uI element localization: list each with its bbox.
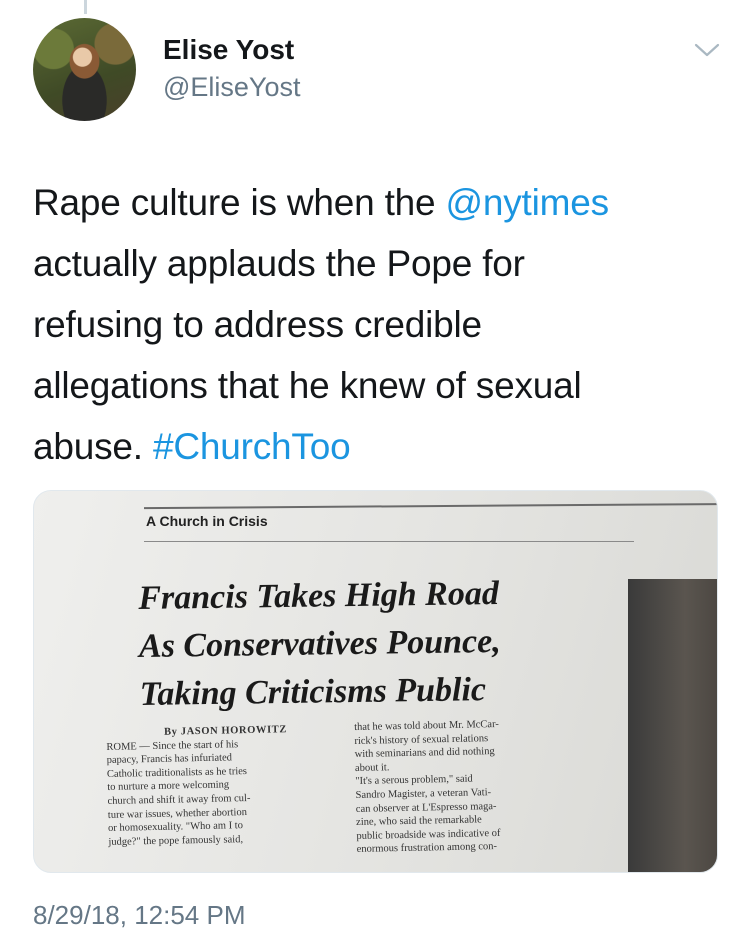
newspaper-kicker: A Church in Crisis <box>146 513 268 529</box>
tweet-text-segment: Rape culture is when the <box>33 182 446 223</box>
article-column-1: By JASON HOROWITZ ROME — Since the start… <box>106 723 289 849</box>
author-handle[interactable]: @EliseYost <box>163 72 300 103</box>
tweet-text-line: actually applauds the Pope for <box>33 243 525 284</box>
tweet-media-image[interactable]: A Church in Crisis Francis Takes High Ro… <box>33 490 718 873</box>
headline-line: As Conservatives Pounce, <box>138 622 501 665</box>
newspaper-photo <box>628 579 717 872</box>
article-line: enormous frustration among con- <box>356 841 498 856</box>
chevron-down-icon[interactable] <box>693 40 721 60</box>
tweet-timestamp[interactable]: 8/29/18, 12:54 PM <box>33 900 245 931</box>
avatar[interactable] <box>33 18 136 121</box>
headline-line: Taking Criticisms Public <box>139 671 487 713</box>
article-line: judge?" the pope famously said, <box>108 833 244 848</box>
newspaper-rule <box>144 541 634 542</box>
author-display-name[interactable]: Elise Yost <box>163 34 294 66</box>
tweet-text-segment: abuse. <box>33 426 153 467</box>
tweet-text: Rape culture is when the @nytimes actual… <box>33 172 723 477</box>
newspaper-headline: Francis Takes High Road As Conservatives… <box>138 570 502 719</box>
article-column-2: that he was told about Mr. McCar- rick's… <box>354 718 502 857</box>
tweet-text-line: allegations that he knew of sexual <box>33 365 582 406</box>
tweet-text-line: refusing to address credible <box>33 304 482 345</box>
thread-connector-line <box>84 0 87 14</box>
newspaper-rule <box>144 502 717 510</box>
hashtag-link[interactable]: #ChurchToo <box>153 426 351 467</box>
mention-link[interactable]: @nytimes <box>446 182 610 223</box>
headline-line: Francis Takes High Road <box>138 574 500 617</box>
